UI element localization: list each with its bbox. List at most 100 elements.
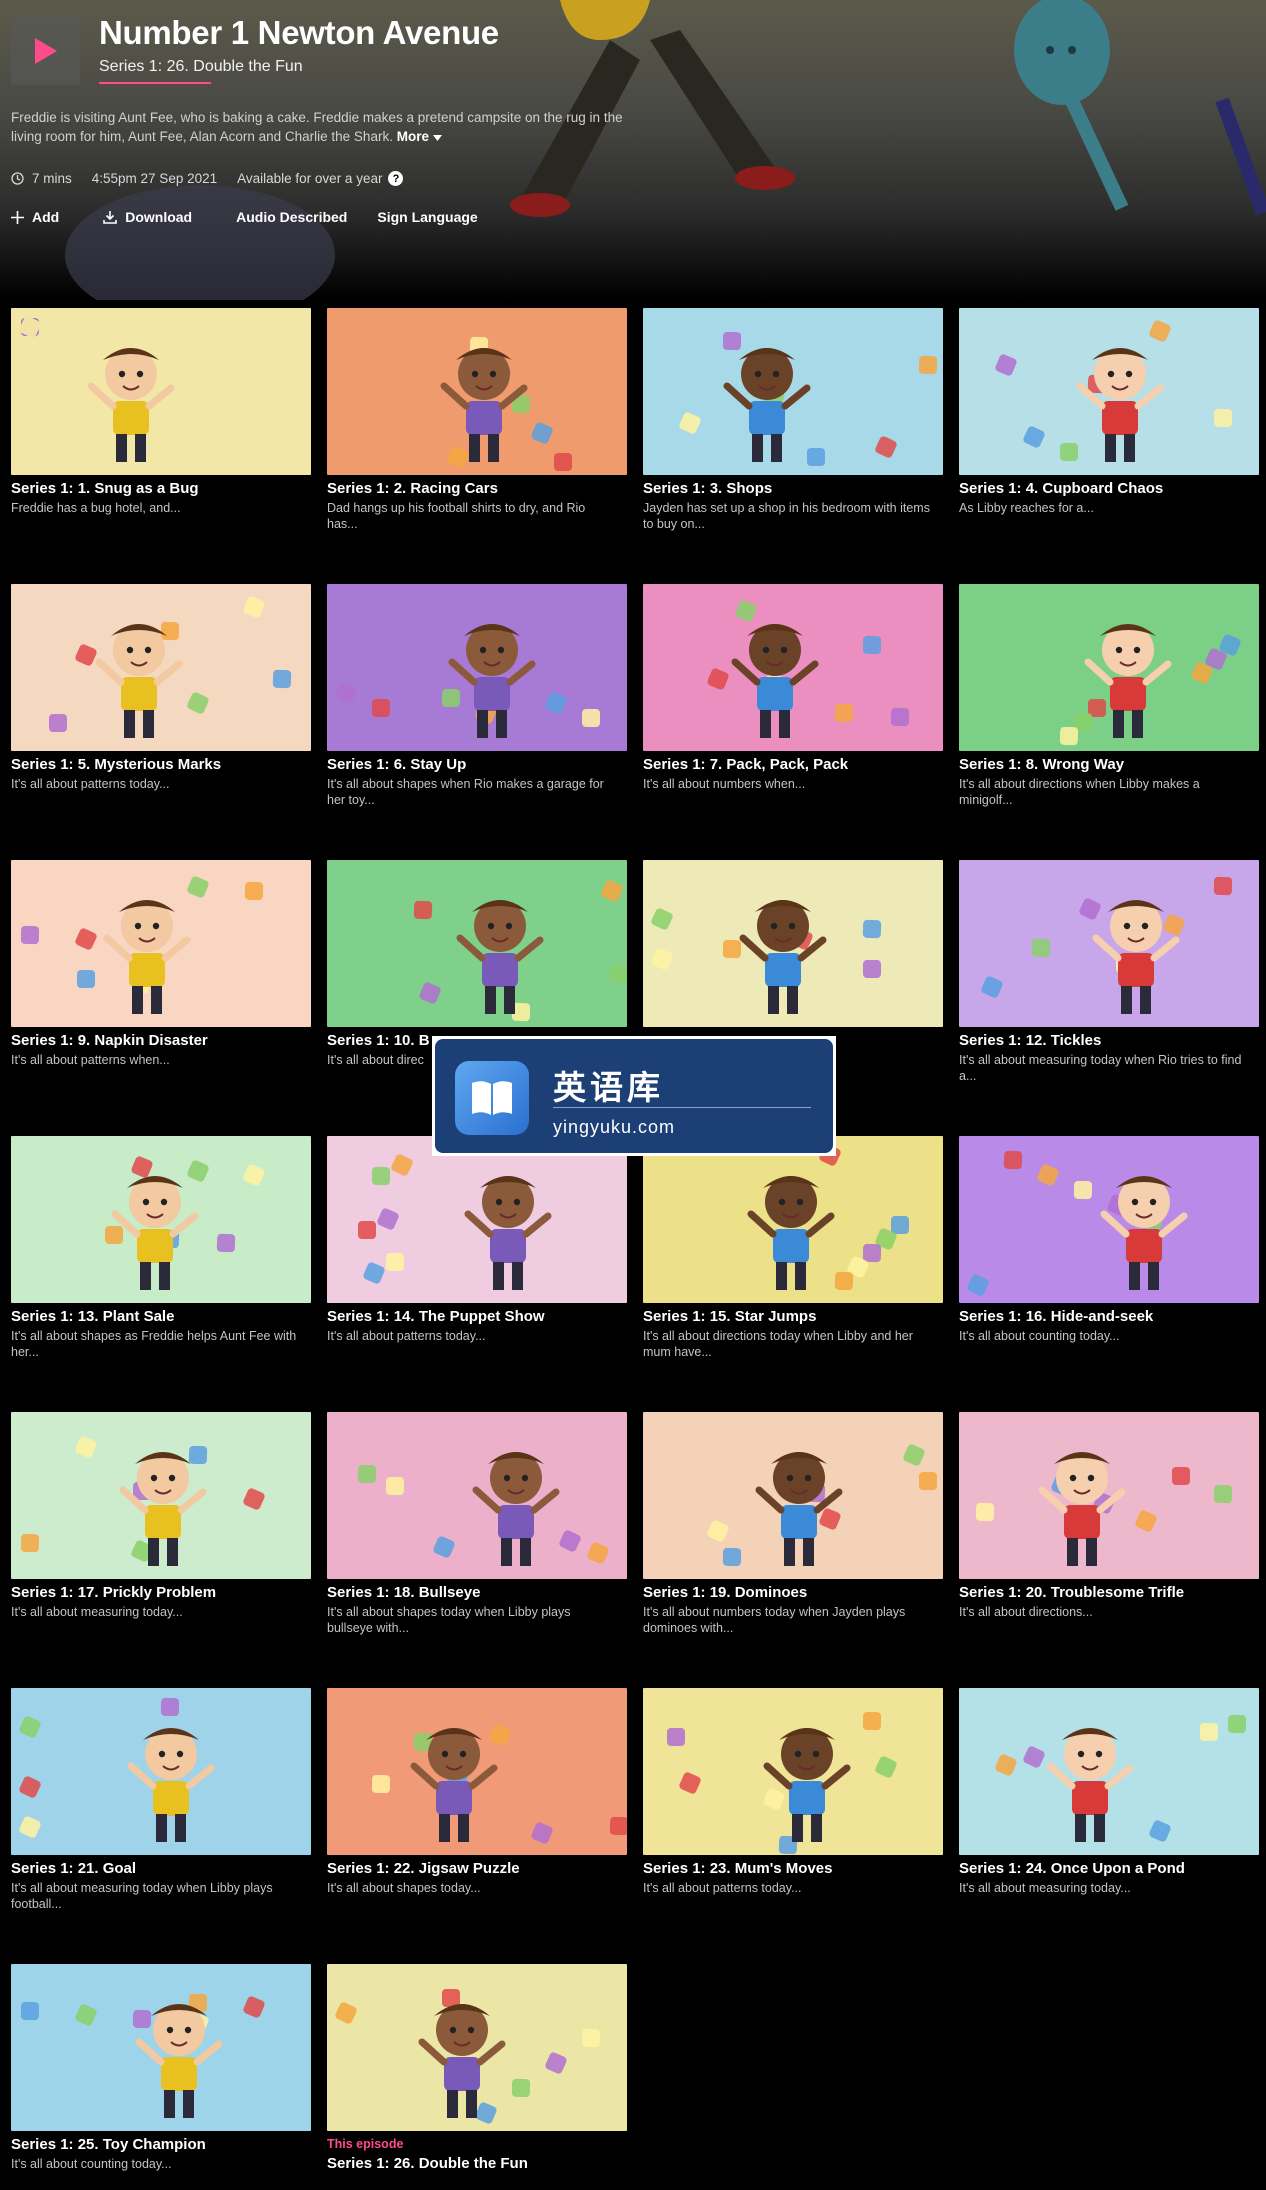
episode-title[interactable]: Series 1: 25. Toy Champion xyxy=(11,2136,311,2153)
episode-card[interactable]: Series 1: 15. Star Jumps It's all about d… xyxy=(643,1136,943,1412)
episode-card[interactable]: Series 1: 3. Shops Jayden has set up a sh… xyxy=(643,308,943,584)
episode-title[interactable]: Series 1: 3. Shops xyxy=(643,480,943,497)
add-button[interactable]: Add xyxy=(11,209,59,225)
episode-card[interactable]: Series 1: 24. Once Upon a Pond It's all a… xyxy=(959,1688,1259,1964)
episode-thumbnail[interactable] xyxy=(327,308,627,475)
episode-card[interactable]: This episode Series 1: 26. Double the Fun xyxy=(327,1964,627,2190)
episode-thumbnail[interactable] xyxy=(643,308,943,475)
audio-described-button[interactable]: Audio Described xyxy=(236,209,347,225)
this-episode-label: This episode xyxy=(327,2137,404,2151)
episode-description: It's all about numbers today when Jayden… xyxy=(643,1605,906,1635)
episode-description: It's all about numbers when... xyxy=(643,777,806,791)
episode-title[interactable]: Series 1: 26. Double the Fun xyxy=(327,2155,627,2172)
episode-thumbnail[interactable] xyxy=(327,584,627,751)
episode-description: It's all about measuring today when Libb… xyxy=(11,1881,273,1911)
episode-card[interactable]: Series 1: 7. Pack, Pack, Pack It's all ab… xyxy=(643,584,943,860)
episode-card[interactable]: Series 1: 13. Plant Sale It's all about s… xyxy=(11,1136,311,1412)
episode-card[interactable]: Series 1: 20. Troublesome Trifle It's all… xyxy=(959,1412,1259,1688)
episode-title[interactable]: Series 1: 13. Plant Sale xyxy=(11,1308,311,1325)
episode-thumbnail[interactable] xyxy=(11,860,311,1027)
episode-illustration xyxy=(11,1688,311,1855)
episode-thumbnail[interactable] xyxy=(959,584,1259,751)
episode-card[interactable]: Series 1: 23. Mum's Moves It's all about … xyxy=(643,1688,943,1964)
episode-title[interactable]: Series 1: 1. Snug as a Bug xyxy=(11,480,311,497)
episode-title[interactable]: Series 1: 4. Cupboard Chaos xyxy=(959,480,1259,497)
episode-illustration xyxy=(643,860,943,1027)
episode-description: Jayden has set up a shop in his bedroom … xyxy=(643,501,930,531)
episode-title[interactable]: Series 1: 18. Bullseye xyxy=(327,1584,627,1601)
episode-illustration xyxy=(327,584,627,751)
episode-thumbnail[interactable] xyxy=(327,1964,627,2131)
episode-thumbnail[interactable] xyxy=(959,1136,1259,1303)
episode-title[interactable]: Series 1: 21. Goal xyxy=(11,1860,311,1877)
episode-title[interactable]: Series 1: 23. Mum's Moves xyxy=(643,1860,943,1877)
episode-card[interactable]: Series 1: 21. Goal It's all about measuri… xyxy=(11,1688,311,1964)
episode-card[interactable]: Series 1: 4. Cupboard Chaos As Libby reac… xyxy=(959,308,1259,584)
episode-description: It's all about patterns when... xyxy=(11,1053,170,1067)
episode-thumbnail[interactable] xyxy=(11,308,311,475)
episode-card[interactable]: Series 1: 8. Wrong Way It's all about dir… xyxy=(959,584,1259,860)
episode-card[interactable]: Series 1: 6. Stay Up It's all about shape… xyxy=(327,584,627,860)
episode-title[interactable]: Series 1: 8. Wrong Way xyxy=(959,756,1259,773)
episode-description: It's all about measuring today when Rio … xyxy=(959,1053,1242,1083)
episode-description: It's all about directions... xyxy=(959,1605,1093,1619)
episode-thumbnail[interactable] xyxy=(11,584,311,751)
episode-card[interactable]: Series 1: 1. Snug as a Bug Freddie has a … xyxy=(11,308,311,584)
episode-thumbnail[interactable] xyxy=(959,1412,1259,1579)
episode-card[interactable]: Series 1: 2. Racing Cars Dad hangs up his… xyxy=(327,308,627,584)
download-button[interactable]: Download xyxy=(103,209,192,225)
episode-title[interactable]: Series 1: 19. Dominoes xyxy=(643,1584,943,1601)
episode-thumbnail[interactable] xyxy=(959,1688,1259,1855)
episode-title[interactable]: Series 1: 20. Troublesome Trifle xyxy=(959,1584,1259,1601)
episode-thumbnail[interactable] xyxy=(643,1688,943,1855)
episode-card[interactable]: Series 1: 16. Hide-and-seek It's all abou… xyxy=(959,1136,1259,1412)
episode-card[interactable]: Series 1: 9. Napkin Disaster It's all abo… xyxy=(11,860,311,1136)
episode-thumbnail[interactable] xyxy=(11,1136,311,1303)
play-button[interactable] xyxy=(11,16,80,85)
episode-title[interactable]: Series 1: 15. Star Jumps xyxy=(643,1308,943,1325)
episode-thumbnail[interactable] xyxy=(327,1688,627,1855)
episode-title[interactable]: Series 1: 7. Pack, Pack, Pack xyxy=(643,756,943,773)
sign-language-button[interactable]: Sign Language xyxy=(377,209,477,225)
help-icon[interactable]: ? xyxy=(388,171,404,186)
episode-card[interactable]: Series 1: 14. The Puppet Show It's all ab… xyxy=(327,1136,627,1412)
episode-title[interactable]: Series 1: 14. The Puppet Show xyxy=(327,1308,627,1325)
episode-description: It's all about measuring today... xyxy=(11,1605,183,1619)
episode-title[interactable]: Series 1: 2. Racing Cars xyxy=(327,480,627,497)
add-label: Add xyxy=(32,209,60,225)
episode-title[interactable]: Series 1: 12. Tickles xyxy=(959,1032,1259,1049)
episode-card[interactable]: Series 1: 25. Toy Champion It's all about… xyxy=(11,1964,311,2190)
episode-thumbnail[interactable] xyxy=(643,1136,943,1303)
episode-title[interactable]: Series 1: 22. Jigsaw Puzzle xyxy=(327,1860,627,1877)
episode-thumbnail[interactable] xyxy=(643,1412,943,1579)
episode-thumbnail[interactable] xyxy=(11,1412,311,1579)
episode-card[interactable]: Series 1: 12. Tickles It's all about meas… xyxy=(959,860,1259,1136)
episode-card[interactable]: Series 1: 18. Bullseye It's all about sha… xyxy=(327,1412,627,1688)
episode-card[interactable]: Series 1: 5. Mysterious Marks It's all ab… xyxy=(11,584,311,860)
episode-description: It's all about shapes as Freddie helps A… xyxy=(11,1329,297,1359)
episode-thumbnail[interactable] xyxy=(11,1964,311,2131)
episode-title[interactable]: Series 1: 17. Prickly Problem xyxy=(11,1584,311,1601)
episode-thumbnail[interactable] xyxy=(959,308,1259,475)
episode-card[interactable]: Series 1: 17. Prickly Problem It's all ab… xyxy=(11,1412,311,1688)
episode-description: It's all about counting today... xyxy=(959,1329,1120,1343)
episode-card[interactable]: Series 1: 22. Jigsaw Puzzle It's all abou… xyxy=(327,1688,627,1964)
episode-thumbnail[interactable] xyxy=(327,1412,627,1579)
more-button[interactable]: More xyxy=(397,129,442,144)
episode-thumbnail[interactable] xyxy=(327,1136,627,1303)
watermark-url: yingyuku.com xyxy=(553,1117,676,1137)
episode-thumbnail[interactable] xyxy=(11,1688,311,1855)
episode-illustration xyxy=(643,1412,943,1579)
clock-icon xyxy=(11,172,24,185)
episode-title[interactable]: Series 1: 5. Mysterious Marks xyxy=(11,756,311,773)
episode-thumbnail[interactable] xyxy=(959,860,1259,1027)
episode-description: It's all about shapes when Rio makes a g… xyxy=(327,777,604,807)
episode-thumbnail[interactable] xyxy=(643,860,943,1027)
episode-thumbnail[interactable] xyxy=(643,584,943,751)
episode-title[interactable]: Series 1: 9. Napkin Disaster xyxy=(11,1032,311,1049)
episode-thumbnail[interactable] xyxy=(327,860,627,1027)
episode-title[interactable]: Series 1: 24. Once Upon a Pond xyxy=(959,1860,1259,1877)
episode-title[interactable]: Series 1: 6. Stay Up xyxy=(327,756,627,773)
episode-title[interactable]: Series 1: 16. Hide-and-seek xyxy=(959,1308,1259,1325)
episode-card[interactable]: Series 1: 19. Dominoes It's all about num… xyxy=(643,1412,943,1688)
